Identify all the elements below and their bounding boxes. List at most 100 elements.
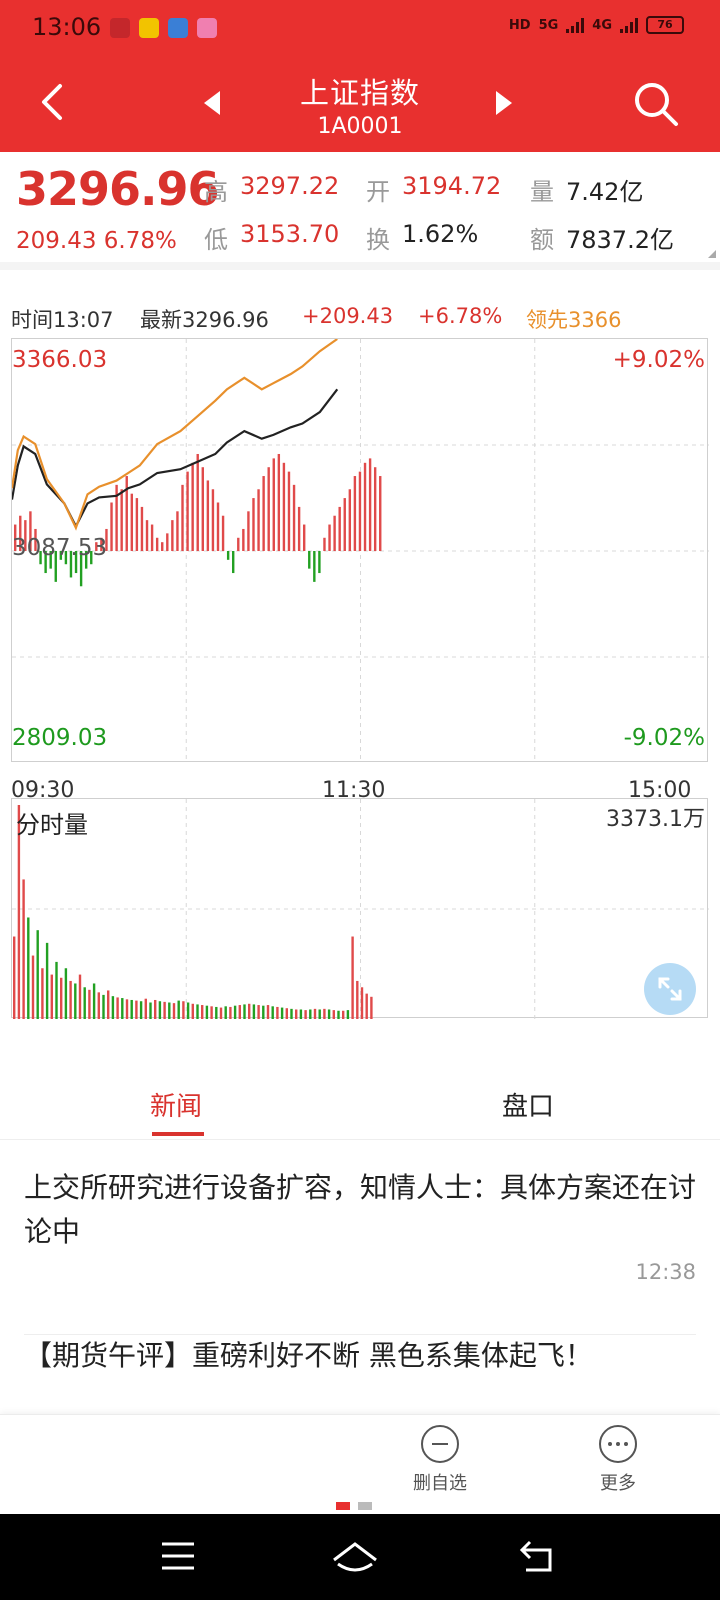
news-item[interactable]: 【期货午评】重磅利好不断 黑色系集体起飞！ bbox=[24, 1334, 696, 1394]
momentum-bar bbox=[221, 515, 225, 551]
volume-bar bbox=[50, 974, 53, 1019]
remove-watchlist-label: 删自选 bbox=[413, 1473, 467, 1494]
volume-label: 量 bbox=[530, 178, 554, 206]
notification-icons bbox=[110, 18, 217, 38]
expand-corner-icon[interactable] bbox=[708, 250, 716, 258]
momentum-bar bbox=[363, 462, 367, 551]
content-tabs: 新闻 盘口 bbox=[0, 1064, 720, 1140]
volume-bar bbox=[125, 999, 129, 1019]
momentum-bar bbox=[181, 484, 184, 551]
change-value: 209.43 bbox=[16, 228, 97, 254]
fullscreen-button[interactable] bbox=[644, 963, 696, 1015]
volume-bar bbox=[224, 1006, 227, 1019]
back-nav-button[interactable] bbox=[516, 1536, 560, 1576]
momentum-bar bbox=[120, 489, 123, 551]
momentum-bar bbox=[292, 484, 296, 551]
remove-watchlist-button[interactable]: 删自选 bbox=[400, 1425, 480, 1495]
momentum-bar bbox=[201, 467, 204, 551]
battery-icon: 76 bbox=[646, 16, 684, 34]
volume-bar bbox=[74, 983, 77, 1019]
low-value: 3153.70 bbox=[240, 220, 340, 248]
hd-icon: HD bbox=[508, 17, 531, 33]
quote-summary: 3296.96 209.43 6.78% 高 3297.22 低 3153.70… bbox=[0, 152, 720, 270]
volume-bar bbox=[360, 987, 364, 1019]
page-dot bbox=[358, 1502, 372, 1510]
more-label: 更多 bbox=[600, 1473, 636, 1494]
volume-bar bbox=[290, 1008, 293, 1019]
intraday-price-chart[interactable]: 3366.03 +9.02% 3087.53 2809.03 -9.02% bbox=[11, 338, 709, 763]
info-latest: 最新3296.96 bbox=[140, 308, 269, 332]
volume-bar bbox=[299, 1009, 303, 1019]
home-nav-button[interactable] bbox=[330, 1536, 377, 1576]
expand-icon bbox=[658, 977, 682, 1001]
momentum-bar bbox=[150, 524, 154, 551]
high-value: 3297.22 bbox=[240, 172, 340, 200]
turnover-label: 换 bbox=[366, 226, 390, 254]
momentum-bar bbox=[206, 480, 210, 551]
meituan-notification-icon bbox=[139, 18, 159, 38]
momentum-bar bbox=[282, 462, 286, 551]
status-bar: 13:06 HD 5G 4G 76 bbox=[0, 0, 720, 56]
info-change: +209.43 bbox=[302, 304, 394, 328]
news-item[interactable]: 上交所研究进行设备扩容，知情人士：具体方案还在讨论中 12:38 bbox=[24, 1166, 696, 1326]
volume-bar bbox=[64, 968, 68, 1019]
intraday-volume-chart[interactable]: 分时量 3373.1万 bbox=[11, 798, 709, 1019]
tab-news[interactable]: 新闻 bbox=[150, 1086, 202, 1123]
amount-value: 7837.2亿 bbox=[566, 226, 674, 254]
volume-bar bbox=[60, 977, 63, 1019]
momentum-bar bbox=[313, 551, 316, 582]
volume-chart-title: 分时量 bbox=[16, 811, 88, 839]
volume-bar bbox=[205, 1005, 209, 1019]
momentum-bar bbox=[166, 533, 169, 551]
y-mid-label: 3087.53 bbox=[12, 535, 108, 561]
momentum-bar bbox=[267, 467, 270, 551]
volume-max-label: 3373.1万 bbox=[606, 807, 705, 832]
signal-icon bbox=[566, 17, 585, 33]
volume-bar bbox=[36, 930, 39, 1019]
volume-bar bbox=[186, 1002, 190, 1019]
momentum-bar bbox=[232, 551, 235, 574]
momentum-bar bbox=[368, 458, 372, 551]
next-stock-button[interactable] bbox=[488, 88, 518, 118]
momentum-bar bbox=[338, 506, 341, 551]
search-button[interactable] bbox=[628, 76, 684, 132]
volume-bar bbox=[168, 1002, 171, 1019]
volume-bar bbox=[139, 1001, 143, 1019]
momentum-bar bbox=[140, 506, 144, 551]
volume-bar bbox=[266, 1005, 270, 1019]
bottom-action-bar: 删自选 更多 bbox=[0, 1414, 720, 1514]
momentum-bar bbox=[252, 498, 255, 551]
price-chart-canvas bbox=[12, 339, 709, 763]
momentum-bar bbox=[211, 489, 215, 551]
volume-bar bbox=[78, 974, 82, 1019]
momentum-bar bbox=[191, 462, 194, 551]
volume-bar bbox=[154, 999, 157, 1019]
volume-bar bbox=[356, 980, 359, 1019]
momentum-bar bbox=[130, 493, 134, 551]
volume-bar bbox=[351, 936, 354, 1019]
volume-bar bbox=[41, 968, 44, 1019]
tab-orderbook[interactable]: 盘口 bbox=[502, 1086, 554, 1123]
volume-bar bbox=[313, 1008, 317, 1019]
volume-bar bbox=[13, 936, 16, 1019]
volume-bar bbox=[323, 1008, 326, 1019]
momentum-bar bbox=[277, 453, 281, 551]
network-4g-label: 4G bbox=[592, 17, 612, 33]
volume-bar bbox=[92, 983, 96, 1019]
network-5g-label: 5G bbox=[538, 17, 559, 33]
turnover-value: 1.62% bbox=[402, 220, 479, 248]
momentum-bar bbox=[257, 489, 260, 551]
news-title: 【期货午评】重磅利好不断 黑色系集体起飞！ bbox=[24, 1339, 593, 1372]
menu-nav-button[interactable] bbox=[156, 1536, 200, 1576]
volume-bar bbox=[130, 999, 133, 1019]
momentum-bar bbox=[323, 537, 326, 551]
momentum-bar bbox=[318, 551, 321, 574]
momentum-bar bbox=[135, 498, 139, 551]
momentum-bar bbox=[161, 542, 164, 551]
signal-icon bbox=[620, 17, 638, 33]
low-label: 低 bbox=[204, 226, 228, 254]
search-icon bbox=[635, 83, 678, 126]
back-arrow-icon bbox=[519, 1540, 552, 1572]
news-title: 上交所研究进行设备扩容，知情人士：具体方案还在讨论中 bbox=[24, 1171, 697, 1248]
more-button[interactable]: 更多 bbox=[578, 1425, 658, 1495]
